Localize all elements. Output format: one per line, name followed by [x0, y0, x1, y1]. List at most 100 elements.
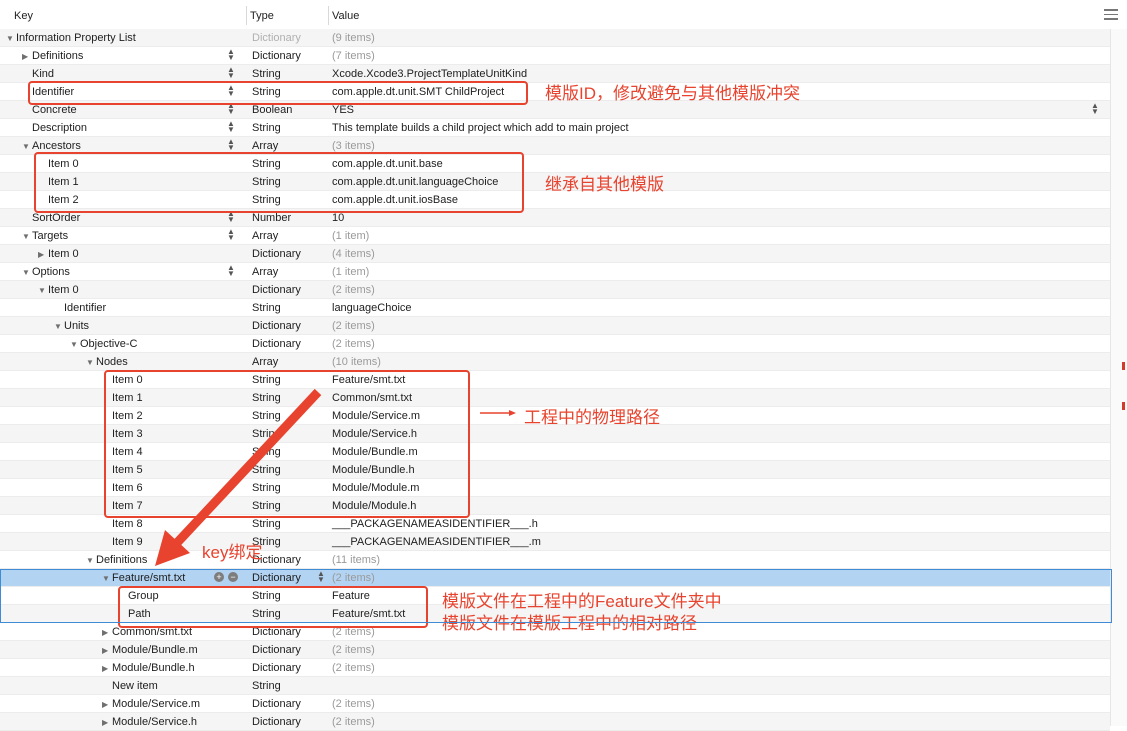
disclosure-open-icon[interactable]: ▼ [86, 556, 96, 565]
plist-row[interactable]: Description ▲ ▼ String This template builds … [0, 119, 1110, 137]
disclosure-closed-icon[interactable]: ▶ [102, 646, 112, 655]
row-type[interactable]: String [252, 518, 281, 530]
disclosure-closed-icon[interactable]: ▶ [102, 628, 112, 637]
row-value[interactable]: (4 items) [332, 248, 375, 260]
plist-row[interactable]: New item String [0, 677, 1110, 695]
row-type[interactable]: Dictionary [252, 50, 301, 62]
column-menu-icon[interactable] [1104, 9, 1118, 21]
plist-row[interactable]: Item 9 String ___PACKAGENAMEASIDENTIFIER__… [0, 533, 1110, 551]
row-key[interactable]: ▼ Options [22, 266, 70, 278]
row-value[interactable]: (2 items) [332, 662, 375, 674]
disclosure-open-icon[interactable]: ▼ [38, 286, 48, 295]
row-key[interactable]: ▼ Feature/smt.txt [102, 572, 185, 584]
row-value[interactable]: (2 items) [332, 338, 375, 350]
row-key[interactable]: SortOrder [22, 212, 80, 224]
key-stepper-icon[interactable]: ▲ ▼ [226, 138, 236, 152]
value-column-header[interactable]: Value [332, 10, 359, 22]
disclosure-open-icon[interactable]: ▼ [70, 340, 80, 349]
row-value[interactable]: (2 items) [332, 320, 375, 332]
plist-row[interactable]: Identifier String languageChoice [0, 299, 1110, 317]
row-type[interactable]: Dictionary [252, 716, 301, 728]
plist-row[interactable]: ▼ Options ▲ ▼ Array (1 item) [0, 263, 1110, 281]
row-value[interactable]: YES [332, 104, 354, 116]
row-value[interactable]: (1 item) [332, 230, 369, 242]
row-key[interactable]: ▶ Item 0 [38, 248, 79, 260]
row-key[interactable]: ▶ Definitions [22, 50, 83, 62]
row-value[interactable]: (2 items) [332, 572, 375, 584]
row-type[interactable]: String [252, 302, 281, 314]
disclosure-open-icon[interactable]: ▼ [22, 232, 32, 241]
plist-row[interactable]: ▶ Module/Service.h Dictionary (2 items) [0, 713, 1110, 731]
key-column-header[interactable]: Key [14, 10, 33, 22]
disclosure-open-icon[interactable]: ▼ [22, 142, 32, 151]
row-value[interactable]: ___PACKAGENAMEASIDENTIFIER___.m [332, 536, 541, 548]
row-type[interactable]: Dictionary [252, 662, 301, 674]
row-key[interactable]: ▼ Objective-C [70, 338, 137, 350]
row-type[interactable]: String [252, 68, 281, 80]
row-value[interactable]: 10 [332, 212, 344, 224]
disclosure-open-icon[interactable]: ▼ [102, 574, 112, 583]
plist-row[interactable]: ▶ Item 0 Dictionary (4 items) [0, 245, 1110, 263]
row-key[interactable]: ▼ Information Property List [6, 32, 136, 44]
row-key[interactable]: Item 8 [102, 518, 143, 530]
row-value[interactable]: Xcode.Xcode3.ProjectTemplateUnitKind [332, 68, 527, 80]
row-type[interactable]: Dictionary [252, 248, 301, 260]
row-key[interactable]: ▶ Module/Bundle.h [102, 662, 195, 674]
row-key[interactable]: ▼ Item 0 [38, 284, 79, 296]
plist-row[interactable]: ▶ Definitions ▲ ▼ Dictionary (7 items) [0, 47, 1110, 65]
key-stepper-icon[interactable]: ▲ ▼ [226, 264, 236, 278]
row-type[interactable]: Array [252, 266, 278, 278]
row-value[interactable]: (9 items) [332, 32, 375, 44]
plist-row[interactable]: ▼ Units Dictionary (2 items) [0, 317, 1110, 335]
row-key[interactable]: ▼ Nodes [86, 356, 128, 368]
plist-row[interactable]: ▼ Item 0 Dictionary (2 items) [0, 281, 1110, 299]
plist-row[interactable]: ▼ Nodes Array (10 items) [0, 353, 1110, 371]
disclosure-open-icon[interactable]: ▼ [86, 358, 96, 367]
row-type[interactable]: String [252, 680, 281, 692]
disclosure-open-icon[interactable]: ▼ [54, 322, 64, 331]
row-key[interactable]: ▶ Module/Bundle.m [102, 644, 198, 656]
row-value[interactable]: This template builds a child project whi… [332, 122, 629, 134]
row-key[interactable]: Description [22, 122, 87, 134]
row-type[interactable]: Array [252, 230, 278, 242]
row-value[interactable]: (2 items) [332, 644, 375, 656]
row-type[interactable]: Dictionary [252, 572, 301, 584]
plist-row-selected[interactable]: ▼ Feature/smt.txt + − ▲ ▼ Dictionary (2 items) [0, 569, 1110, 587]
row-value[interactable]: ___PACKAGENAMEASIDENTIFIER___.h [332, 518, 538, 530]
row-value[interactable]: (3 items) [332, 140, 375, 152]
row-type[interactable]: Dictionary [252, 698, 301, 710]
row-key[interactable]: Item 9 [102, 536, 143, 548]
row-key[interactable]: Concrete [22, 104, 77, 116]
row-key[interactable]: ▶ Module/Service.h [102, 716, 197, 728]
row-value[interactable]: (1 item) [332, 266, 369, 278]
row-value[interactable]: (2 items) [332, 698, 375, 710]
key-stepper-icon[interactable]: ▲ ▼ [226, 48, 236, 62]
value-stepper-icon[interactable]: ▲ ▼ [1090, 102, 1100, 116]
row-key[interactable]: New item [102, 680, 158, 692]
row-value[interactable]: (7 items) [332, 50, 375, 62]
plist-row[interactable]: ▼ Definitions Dictionary (11 items) [0, 551, 1110, 569]
row-type[interactable]: Array [252, 140, 278, 152]
disclosure-open-icon[interactable]: ▼ [6, 34, 16, 43]
key-stepper-icon[interactable]: ▲ ▼ [226, 120, 236, 134]
row-type[interactable]: String [252, 122, 281, 134]
type-stepper-icon[interactable]: ▲ ▼ [316, 570, 326, 584]
row-value[interactable]: (2 items) [332, 716, 375, 728]
disclosure-closed-icon[interactable]: ▶ [22, 52, 32, 61]
row-value[interactable]: (2 items) [332, 284, 375, 296]
remove-item-icon[interactable]: − [228, 572, 238, 582]
row-value[interactable]: (11 items) [332, 554, 380, 566]
plist-row[interactable]: ▼ Information Property List Dictionary (9 i… [0, 29, 1110, 47]
disclosure-closed-icon[interactable]: ▶ [38, 250, 48, 259]
disclosure-closed-icon[interactable]: ▶ [102, 664, 112, 673]
row-key[interactable]: Identifier [54, 302, 106, 314]
row-key[interactable]: Kind [22, 68, 54, 80]
row-key[interactable]: ▼ Definitions [86, 554, 147, 566]
type-column-header[interactable]: Type [250, 10, 274, 22]
plist-row[interactable]: ▼ Objective-C Dictionary (2 items) [0, 335, 1110, 353]
plist-row[interactable]: ▶ Module/Bundle.m Dictionary (2 items) [0, 641, 1110, 659]
key-stepper-icon[interactable]: ▲ ▼ [226, 228, 236, 242]
row-key[interactable]: ▼ Units [54, 320, 89, 332]
key-stepper-icon[interactable]: ▲ ▼ [226, 66, 236, 80]
plist-row[interactable]: ▼ Targets ▲ ▼ Array (1 item) [0, 227, 1110, 245]
